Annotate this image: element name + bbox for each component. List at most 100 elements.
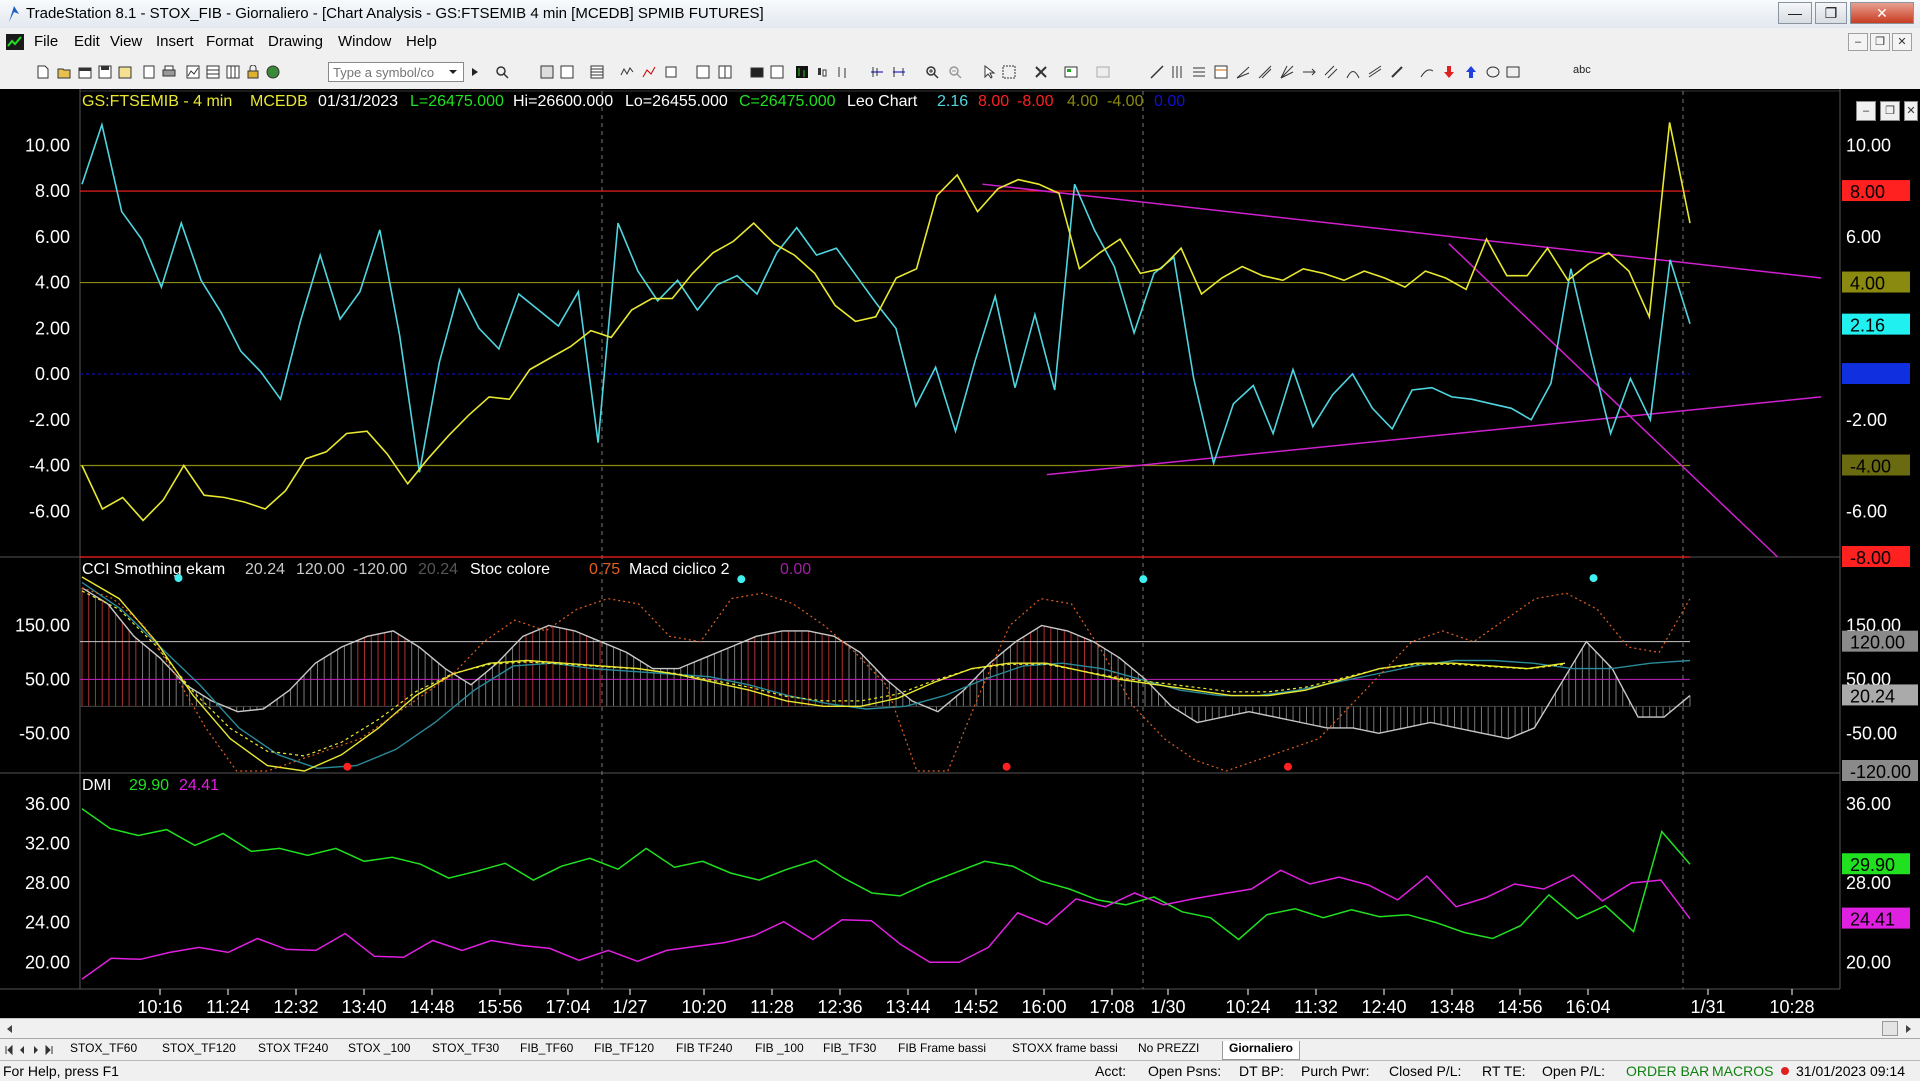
matrix-icon[interactable] xyxy=(226,65,240,79)
chevron-down-icon[interactable] xyxy=(448,67,458,77)
print-preview-icon[interactable] xyxy=(142,65,156,79)
chart-restore-button[interactable]: ❐ xyxy=(1880,101,1900,121)
gann-fan-icon[interactable] xyxy=(1346,65,1360,79)
menu-insert[interactable]: Insert xyxy=(156,33,194,50)
symbol-input[interactable] xyxy=(328,62,464,82)
menu-file[interactable]: File xyxy=(34,33,58,50)
chart-close-button[interactable]: ✕ xyxy=(1904,101,1918,121)
minimize-button[interactable]: — xyxy=(1778,2,1812,24)
globe-icon[interactable] xyxy=(266,65,280,79)
lock-icon[interactable] xyxy=(246,65,260,79)
workspace-tab[interactable]: FIB _100 xyxy=(755,1041,804,1059)
trendline-icon[interactable] xyxy=(1150,65,1164,79)
chart-area[interactable]: GS:FTSEMIB - 4 min MCEDB 01/31/2023 L=26… xyxy=(0,89,1920,1018)
workspace-tab[interactable]: FIB Frame bassi xyxy=(898,1041,986,1059)
mdi-minimize-button[interactable]: – xyxy=(1848,33,1868,51)
chart-style-icon[interactable] xyxy=(590,65,604,79)
horizontal-ray-icon[interactable] xyxy=(1302,65,1316,79)
price-symbol: GS:FTSEMIB - 4 min xyxy=(82,93,232,110)
insert-strategy-icon[interactable] xyxy=(642,65,656,79)
radarscreen-icon[interactable] xyxy=(206,65,220,79)
menu-format[interactable]: Format xyxy=(206,33,254,50)
new-icon[interactable] xyxy=(36,65,50,79)
menu-drawing[interactable]: Drawing xyxy=(268,33,323,50)
regression-channel-icon[interactable] xyxy=(1368,65,1382,79)
menu-view[interactable]: View xyxy=(110,33,142,50)
disabled-tool-icon[interactable] xyxy=(1096,65,1110,79)
grid-icon[interactable] xyxy=(718,65,732,79)
fib-fan-icon[interactable] xyxy=(1280,65,1294,79)
arc-icon[interactable] xyxy=(1420,65,1434,79)
fibonacci-icon[interactable] xyxy=(1214,65,1228,79)
maximize-button[interactable]: ❐ xyxy=(1815,2,1847,24)
macro-icon[interactable] xyxy=(770,65,784,79)
rectangle-icon[interactable] xyxy=(1506,65,1520,79)
pencil-icon[interactable] xyxy=(1390,65,1404,79)
format-symbol-icon[interactable] xyxy=(560,65,574,79)
zoom-in-icon[interactable] xyxy=(925,65,939,79)
workspace-tab[interactable]: STOXX frame bassi xyxy=(1012,1041,1118,1059)
macros-toggle[interactable]: MACROS xyxy=(1712,1063,1773,1079)
scroll-right-icon[interactable] xyxy=(1902,1023,1914,1035)
arrow-up-icon[interactable] xyxy=(1464,65,1478,79)
menu-edit[interactable]: Edit xyxy=(74,33,100,50)
parallel-lines-icon[interactable] xyxy=(1324,65,1338,79)
open-workspace-icon[interactable] xyxy=(78,65,92,79)
drag-select-icon[interactable] xyxy=(1002,65,1016,79)
tab-navigation-icon[interactable] xyxy=(4,1045,64,1055)
bar-chart-icon[interactable] xyxy=(795,65,809,79)
ohlc-bars-icon[interactable] xyxy=(835,65,849,79)
workspace-tab[interactable]: STOX _100 xyxy=(348,1041,410,1059)
workspace-tab[interactable]: FIB TF240 xyxy=(676,1041,732,1059)
arrow-down-icon[interactable] xyxy=(1442,65,1456,79)
bar-spacing-increase-icon[interactable] xyxy=(892,65,906,79)
vertical-lines-icon[interactable] xyxy=(1170,65,1184,79)
close-button[interactable]: ✕ xyxy=(1850,2,1914,24)
chart-canvas[interactable]: GS:FTSEMIB - 4 min MCEDB 01/31/2023 L=26… xyxy=(0,89,1920,1018)
horizontal-lines-icon[interactable] xyxy=(1192,65,1206,79)
price-high: Hi=26600.000 xyxy=(513,93,613,110)
order-bar-toggle[interactable]: ORDER BAR xyxy=(1626,1063,1709,1079)
insert-paintbar-icon[interactable] xyxy=(664,65,678,79)
candlestick-icon[interactable] xyxy=(815,65,829,79)
pointer-icon[interactable] xyxy=(982,65,996,79)
format-window-icon[interactable] xyxy=(540,65,554,79)
scroll-left-icon[interactable] xyxy=(4,1023,16,1035)
workspace-tab[interactable]: FIB_TF120 xyxy=(594,1041,654,1059)
chart-window-icon[interactable] xyxy=(186,65,200,79)
scroll-thumb[interactable] xyxy=(1882,1021,1898,1036)
horizontal-scrollbar[interactable] xyxy=(0,1018,1920,1039)
symbol-lookup-icon[interactable] xyxy=(495,65,509,79)
workspace-tab[interactable]: FIB_TF30 xyxy=(823,1041,876,1059)
save-workspace-icon[interactable] xyxy=(118,65,132,79)
print-icon[interactable] xyxy=(162,65,176,79)
workspace-tab[interactable]: FIB_TF60 xyxy=(520,1041,573,1059)
workspace-tab[interactable]: STOX_TF120 xyxy=(162,1041,236,1059)
alerts-icon[interactable] xyxy=(750,65,764,79)
play-arrow-icon[interactable] xyxy=(470,67,480,77)
workspace-tab[interactable]: Giornaliero xyxy=(1222,1041,1301,1060)
data-window-icon[interactable] xyxy=(696,65,710,79)
chart-minimize-button[interactable]: – xyxy=(1856,101,1876,121)
text-tool-button[interactable]: abc xyxy=(1573,64,1591,76)
open-icon[interactable] xyxy=(57,65,71,79)
status-bar: For Help, press F1 Acct: Open Psns: DT B… xyxy=(0,1060,1920,1081)
andrews-pitchfork-icon[interactable] xyxy=(1258,65,1272,79)
workspace-tab[interactable]: STOX_TF60 xyxy=(70,1041,137,1059)
save-icon[interactable] xyxy=(98,65,112,79)
bar-spacing-decrease-icon[interactable] xyxy=(870,65,884,79)
speedline-icon[interactable] xyxy=(1236,65,1250,79)
workspace-tab[interactable]: STOX TF240 xyxy=(258,1041,328,1059)
zoom-out-icon[interactable] xyxy=(948,65,962,79)
mdi-restore-button[interactable]: ❐ xyxy=(1870,33,1890,51)
ellipse-icon[interactable] xyxy=(1486,65,1500,79)
mdi-close-button[interactable]: ✕ xyxy=(1892,33,1912,51)
insert-indicator-icon[interactable] xyxy=(620,65,634,79)
tools-icon[interactable] xyxy=(1034,65,1048,79)
menu-help[interactable]: Help xyxy=(406,33,437,50)
menu-window[interactable]: Window xyxy=(338,33,391,50)
workspace-tab[interactable]: No PREZZI xyxy=(1138,1041,1199,1059)
workspace-tab[interactable]: STOX_TF30 xyxy=(432,1041,499,1059)
chart-window-icon[interactable] xyxy=(6,34,24,50)
order-entry-icon[interactable] xyxy=(1064,65,1078,79)
